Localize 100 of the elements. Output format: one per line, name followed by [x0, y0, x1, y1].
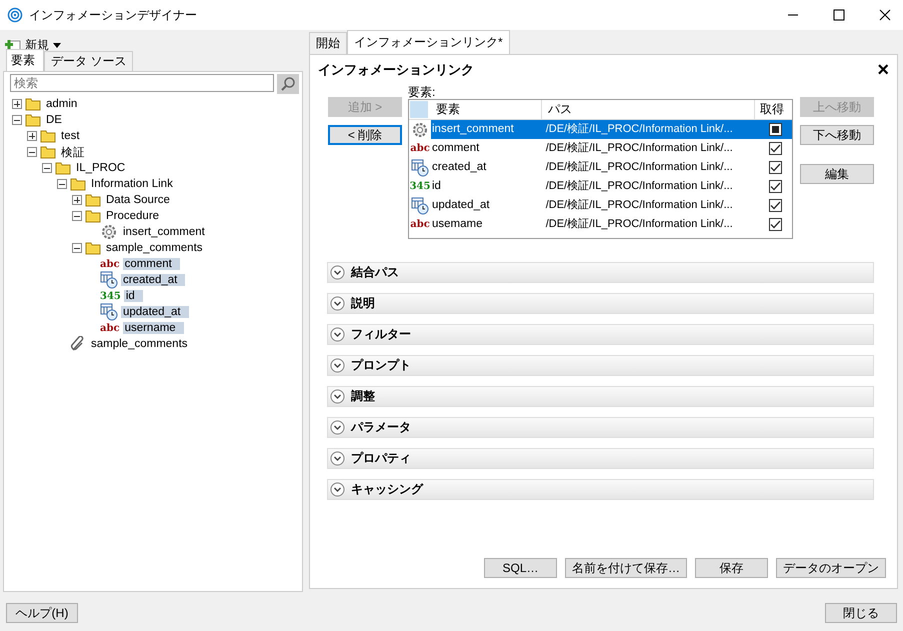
- table-cell: /DE/検証/IL_PROC/Information Link/...: [540, 120, 758, 139]
- tree-item[interactable]: created_at: [121, 274, 186, 286]
- dropdown-arrow-icon: [53, 42, 61, 48]
- column-header[interactable]: 取得: [755, 100, 789, 119]
- checkbox[interactable]: [768, 218, 782, 231]
- section-header[interactable]: パラメータ: [327, 417, 874, 438]
- folder-icon: [70, 177, 86, 191]
- tree-item[interactable]: sample_comments: [89, 338, 190, 350]
- section-title: パラメータ: [351, 419, 411, 436]
- checkbox[interactable]: [768, 142, 782, 155]
- section-title: プロンプト: [351, 357, 411, 374]
- maximize-icon[interactable]: [833, 9, 845, 21]
- tree-item[interactable]: username: [122, 322, 184, 334]
- paperclip-icon: [70, 336, 86, 352]
- remove-button[interactable]: < 削除: [328, 125, 402, 145]
- add-icon: [5, 38, 21, 52]
- tab[interactable]: データ ソース: [44, 51, 134, 71]
- gear-icon: [100, 223, 118, 241]
- expand-toggle[interactable]: [27, 131, 37, 141]
- column-header[interactable]: パス: [542, 100, 755, 119]
- panel-title: インフォメーションリンク: [318, 61, 474, 79]
- folder-icon: [85, 193, 101, 207]
- search-field[interactable]: 検索: [10, 74, 274, 92]
- tree-item[interactable]: 検証: [59, 144, 87, 160]
- table-cell-text: /DE/検証/IL_PROC/Information Link/...: [544, 198, 734, 213]
- table-cell-text: /DE/検証/IL_PROC/Information Link/...: [544, 217, 734, 232]
- section-title: 説明: [351, 295, 375, 312]
- checkbox[interactable]: [768, 161, 782, 174]
- tree-item[interactable]: id: [124, 290, 143, 302]
- table-cell-text: created_at: [431, 160, 488, 175]
- tab[interactable]: インフォメーションリンク*: [347, 30, 510, 54]
- collapse-toggle[interactable]: [27, 147, 37, 157]
- section-header[interactable]: プロパティ: [327, 448, 874, 469]
- section-title: プロパティ: [351, 450, 411, 467]
- close-dialog-button[interactable]: 閉じる: [825, 603, 897, 623]
- tree-item[interactable]: IL_PROC: [74, 162, 128, 174]
- collapse-toggle[interactable]: [72, 211, 82, 221]
- app-logo-icon: [7, 7, 23, 23]
- tab[interactable]: 要素: [6, 49, 44, 71]
- folder-icon: [40, 129, 56, 143]
- search-button[interactable]: [277, 74, 299, 94]
- tree-item[interactable]: insert_comment: [121, 226, 207, 238]
- section-header[interactable]: プロンプト: [327, 355, 874, 376]
- text-type-icon: abc: [100, 258, 120, 270]
- action-button[interactable]: データのオープン: [776, 558, 886, 578]
- side-button[interactable]: 編集: [800, 164, 874, 184]
- collapse-toggle[interactable]: [57, 179, 67, 189]
- checkbox[interactable]: [768, 123, 782, 136]
- folder-icon: [25, 97, 41, 111]
- table-cell-text: /DE/検証/IL_PROC/Information Link/...: [544, 141, 734, 156]
- table-cell-text: id: [431, 179, 442, 194]
- column-header[interactable]: 要素: [428, 100, 542, 119]
- section-header[interactable]: 結合パス: [327, 262, 874, 283]
- checkbox[interactable]: [768, 199, 782, 212]
- section-title: フィルター: [351, 326, 411, 343]
- table-cell-text: /DE/検証/IL_PROC/Information Link/...: [544, 179, 734, 194]
- header-corner: [410, 101, 428, 118]
- section-header[interactable]: 調整: [327, 386, 874, 407]
- close-icon[interactable]: [879, 9, 891, 21]
- table-cell-text: usemame: [431, 217, 484, 232]
- expand-toggle[interactable]: [72, 195, 82, 205]
- checkbox[interactable]: [768, 180, 782, 193]
- tree-item[interactable]: comment: [122, 258, 180, 270]
- tree-item[interactable]: Procedure: [104, 210, 162, 222]
- tree-item[interactable]: DE: [44, 114, 64, 126]
- help-button[interactable]: ヘルプ(H): [6, 603, 78, 623]
- table-cell-text: comment: [431, 141, 480, 156]
- collapse-toggle[interactable]: [12, 115, 22, 125]
- folder-icon: [55, 161, 71, 175]
- collapse-toggle[interactable]: [42, 163, 52, 173]
- calendar-clock-icon: [100, 303, 118, 321]
- elements-label: 要素:: [408, 85, 436, 99]
- number-type-icon: 345: [410, 181, 430, 192]
- gear-icon: [411, 120, 429, 138]
- tree-item[interactable]: admin: [44, 98, 80, 110]
- tree-item[interactable]: updated_at: [121, 306, 189, 318]
- tree-item[interactable]: Information Link: [89, 178, 175, 190]
- folder-icon: [85, 209, 101, 223]
- section-header[interactable]: キャッシング: [327, 479, 874, 500]
- side-button[interactable]: 下へ移動: [800, 125, 874, 145]
- tree-item[interactable]: sample_comments: [104, 242, 205, 254]
- text-type-icon: abc: [410, 143, 430, 154]
- action-button[interactable]: SQL…: [484, 558, 557, 578]
- window-title: インフォメーションデザイナー: [29, 6, 197, 24]
- table-cell-text: updated_at: [431, 198, 491, 213]
- section-title: キャッシング: [351, 481, 423, 498]
- folder-icon: [25, 113, 41, 127]
- table-cell: insert_comment: [431, 120, 540, 139]
- action-button[interactable]: 名前を付けて保存…: [565, 558, 687, 578]
- text-type-icon: abc: [410, 219, 430, 230]
- tree-item[interactable]: test: [59, 130, 82, 142]
- section-header[interactable]: フィルター: [327, 324, 874, 345]
- section-header[interactable]: 説明: [327, 293, 874, 314]
- expand-toggle[interactable]: [12, 99, 22, 109]
- calendar-clock-icon: [411, 196, 429, 214]
- close-button[interactable]: ×: [877, 61, 889, 79]
- collapse-toggle[interactable]: [72, 243, 82, 253]
- table-cell-text: /DE/検証/IL_PROC/Information Link/...: [544, 160, 734, 175]
- action-button[interactable]: 保存: [695, 558, 768, 578]
- tree-item[interactable]: Data Source: [104, 194, 172, 206]
